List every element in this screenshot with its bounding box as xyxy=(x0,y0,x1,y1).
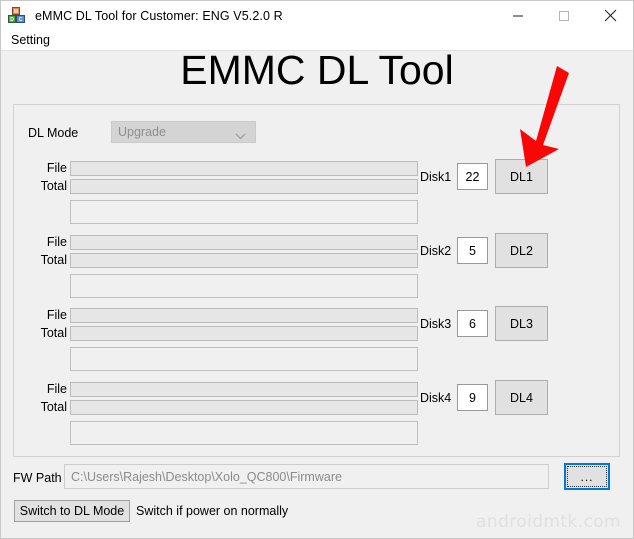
application-window: M D C eMMC DL Tool for Customer: ENG V5.… xyxy=(0,0,634,539)
log-box xyxy=(70,347,418,371)
total-label: Total xyxy=(40,326,67,340)
fw-path-input[interactable]: C:\Users\Rajesh\Desktop\Xolo_QC800\Firmw… xyxy=(64,464,549,489)
file-label: File xyxy=(46,308,67,322)
chevron-down-icon xyxy=(235,129,246,143)
file-progress-bar xyxy=(70,382,418,397)
total-label: Total xyxy=(40,400,67,414)
dl-mode-select[interactable]: Upgrade xyxy=(111,121,256,143)
menu-item-setting[interactable]: Setting xyxy=(7,32,54,48)
file-progress-bar xyxy=(70,308,418,323)
total-progress-bar xyxy=(70,179,418,194)
switch-to-dl-mode-button[interactable]: Switch to DL Mode xyxy=(14,500,130,522)
total-label: Total xyxy=(40,253,67,267)
window-title: eMMC DL Tool for Customer: ENG V5.2.0 R xyxy=(35,8,283,23)
switch-mode-note: Switch if power on normally xyxy=(136,504,289,518)
fw-path-label: FW Path xyxy=(13,471,62,485)
minimize-icon[interactable] xyxy=(495,1,541,30)
close-icon[interactable] xyxy=(587,1,633,30)
file-progress-bar xyxy=(70,235,418,250)
maximize-icon[interactable] xyxy=(541,1,587,30)
disk-count-field[interactable]: 9 xyxy=(457,384,488,411)
browse-button[interactable]: ... xyxy=(564,463,610,490)
dl-mode-label: DL Mode xyxy=(28,126,79,140)
log-box xyxy=(70,421,418,445)
total-label: Total xyxy=(40,179,67,193)
log-box xyxy=(70,200,418,224)
disk-label: Disk3 xyxy=(420,317,452,331)
blocks-app-icon: M D C xyxy=(8,6,26,25)
total-progress-bar xyxy=(70,400,418,415)
total-progress-bar xyxy=(70,253,418,268)
disk-label: Disk2 xyxy=(420,244,452,258)
file-label: File xyxy=(46,382,67,396)
window-controls xyxy=(495,1,633,30)
log-box xyxy=(70,274,418,298)
disk-label: Disk1 xyxy=(420,170,452,184)
total-progress-bar xyxy=(70,326,418,341)
disk-count-field[interactable]: 6 xyxy=(457,310,488,337)
dl4-button[interactable]: DL4 xyxy=(495,380,548,415)
site-watermark: androidmtk.com xyxy=(476,512,621,532)
file-label: File xyxy=(46,161,67,175)
dl-mode-value: Upgrade xyxy=(118,125,166,139)
disk-count-field[interactable]: 5 xyxy=(457,237,488,264)
file-label: File xyxy=(46,235,67,249)
file-progress-bar xyxy=(70,161,418,176)
focus-outline xyxy=(567,466,607,487)
dl3-button[interactable]: DL3 xyxy=(495,306,548,341)
title-bar: M D C eMMC DL Tool for Customer: ENG V5.… xyxy=(1,1,633,30)
page-title: EMMC DL Tool xyxy=(180,47,454,93)
disk-label: Disk4 xyxy=(420,391,452,405)
dl1-button[interactable]: DL1 xyxy=(495,159,548,194)
disk-count-field[interactable]: 22 xyxy=(457,163,488,190)
dl2-button[interactable]: DL2 xyxy=(495,233,548,268)
